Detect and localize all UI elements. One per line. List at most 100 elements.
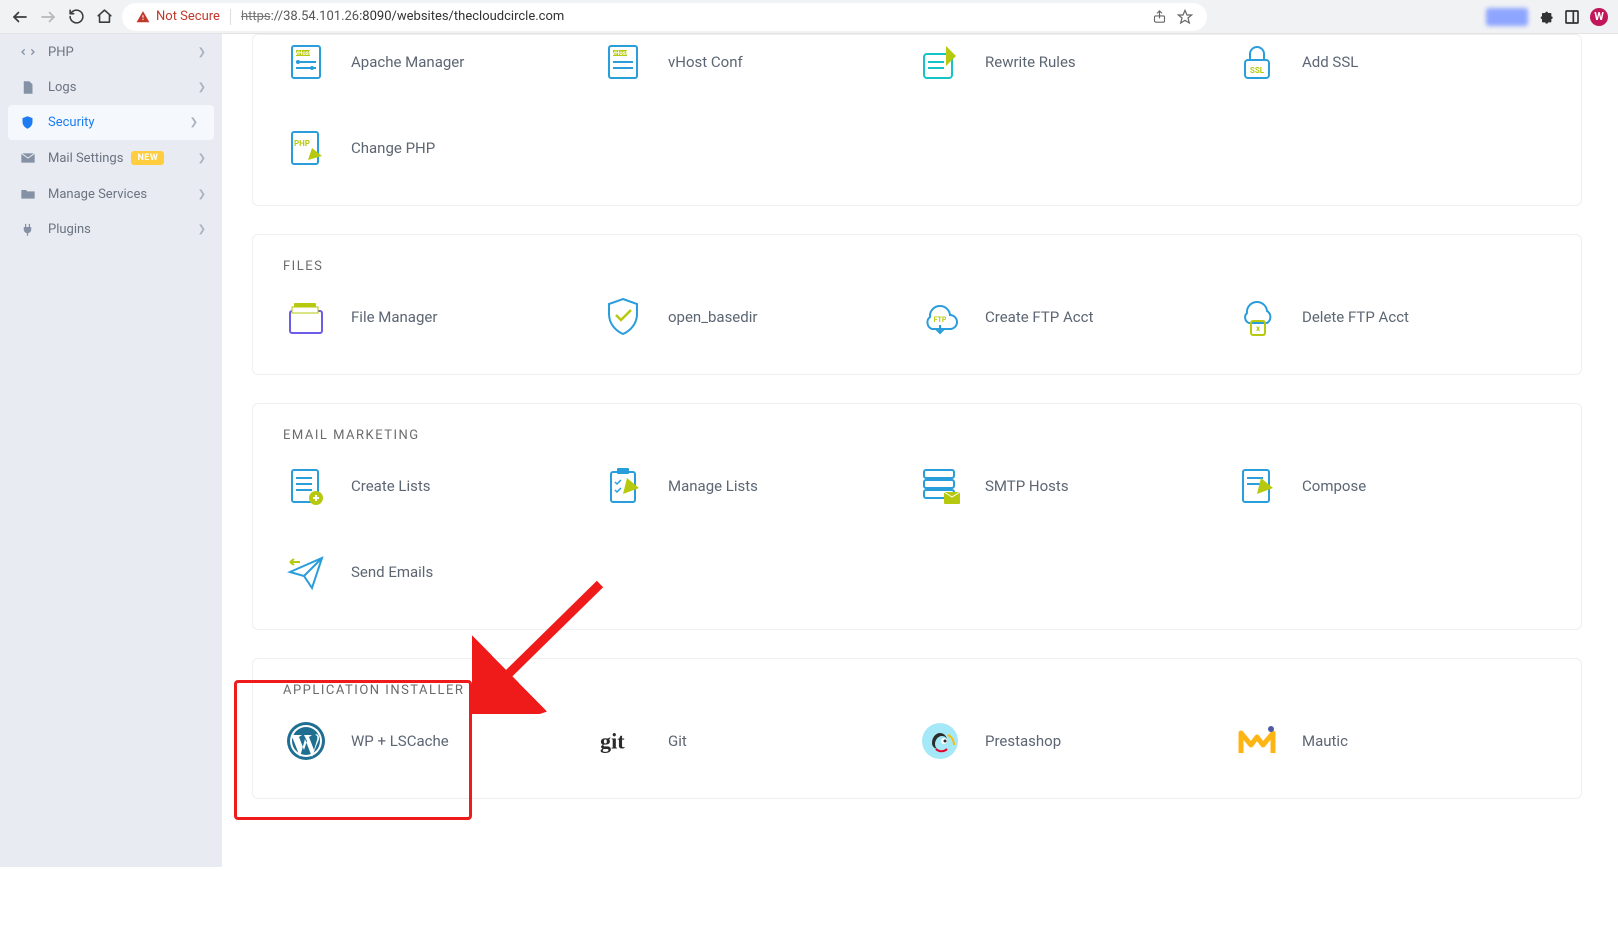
tile-git[interactable]: git Git	[600, 718, 917, 764]
sidebar-item-label: Mail Settings	[48, 151, 123, 166]
chevron-right-icon: ❯	[198, 189, 206, 200]
svg-text:vHost: vHost	[295, 50, 311, 57]
chevron-right-icon: ❯	[190, 117, 198, 128]
server-mail-icon	[917, 463, 963, 509]
sidebar: PHP ❯ Logs ❯ Security ❯ Mail Settings NE…	[0, 34, 222, 867]
paper-plane-icon	[283, 549, 329, 595]
not-secure-indicator: Not Secure	[136, 9, 220, 24]
chevron-right-icon: ❯	[198, 224, 206, 235]
tile-compose[interactable]: Compose	[1234, 463, 1551, 509]
compose-icon	[1234, 463, 1280, 509]
panel-application-installer: APPLICATION INSTALLER WP + LSCache git G…	[252, 658, 1582, 799]
reload-button[interactable]	[66, 7, 86, 27]
prestashop-icon	[917, 718, 963, 764]
tile-label: Create Lists	[351, 477, 431, 495]
panel-files: FILES File Manager open_basedir FTP Crea…	[252, 234, 1582, 375]
chevron-right-icon: ❯	[198, 82, 206, 93]
tile-delete-ftp[interactable]: x Delete FTP Acct	[1234, 294, 1551, 340]
profile-avatar[interactable]: W	[1590, 8, 1608, 26]
panel-email-marketing: EMAIL MARKETING Create Lists Manage List…	[252, 403, 1582, 630]
home-button[interactable]	[94, 7, 114, 27]
tile-label: Compose	[1302, 477, 1366, 495]
ftp-delete-icon: x	[1234, 294, 1280, 340]
apache-icon: vHost	[283, 39, 329, 85]
sidebar-item-label: Manage Services	[48, 187, 147, 202]
back-button[interactable]	[10, 7, 30, 27]
envelope-icon	[20, 150, 38, 166]
browser-toolbar: Not Secure https://38.54.101.26:8090/web…	[0, 0, 1618, 34]
ssl-lock-icon: SSL	[1234, 39, 1280, 85]
tile-label: open_basedir	[668, 308, 757, 326]
rewrite-icon	[917, 39, 963, 85]
code-icon	[20, 44, 38, 60]
clipboard-icon	[600, 463, 646, 509]
tile-label: Rewrite Rules	[985, 53, 1076, 71]
content-area: vHost Apache Manager vHost vHost Conf Re…	[222, 34, 1618, 867]
tile-mautic[interactable]: Mautic	[1234, 718, 1551, 764]
forward-button[interactable]	[38, 7, 58, 27]
tile-label: vHost Conf	[668, 53, 743, 71]
tile-create-lists[interactable]: Create Lists	[283, 463, 600, 509]
shield-check-icon	[600, 294, 646, 340]
panel-configurations: vHost Apache Manager vHost vHost Conf Re…	[252, 34, 1582, 206]
svg-text:x: x	[1256, 324, 1261, 333]
tile-label: Send Emails	[351, 563, 433, 581]
sidebar-item-security[interactable]: Security ❯	[8, 105, 214, 140]
share-icon[interactable]	[1152, 9, 1167, 24]
tile-prestashop[interactable]: Prestashop	[917, 718, 1234, 764]
wordpress-icon	[283, 718, 329, 764]
tile-send-emails[interactable]: Send Emails	[283, 549, 600, 595]
php-icon: PHP	[283, 125, 329, 171]
tile-label: Create FTP Acct	[985, 308, 1093, 326]
svg-text:FTP: FTP	[934, 316, 947, 324]
tile-label: WP + LSCache	[351, 732, 449, 750]
tile-smtp-hosts[interactable]: SMTP Hosts	[917, 463, 1234, 509]
plug-icon	[20, 222, 38, 237]
tile-file-manager[interactable]: File Manager	[283, 294, 600, 340]
tile-rewrite-rules[interactable]: Rewrite Rules	[917, 39, 1234, 85]
tile-label: Git	[668, 732, 687, 750]
shield-icon	[20, 115, 38, 130]
panel-title: EMAIL MARKETING	[283, 428, 1551, 443]
tile-change-php[interactable]: PHP Change PHP	[283, 125, 600, 171]
tile-create-ftp[interactable]: FTP Create FTP Acct	[917, 294, 1234, 340]
tile-label: Add SSL	[1302, 53, 1358, 71]
mautic-icon	[1234, 718, 1280, 764]
folder-open-icon	[20, 186, 38, 202]
file-icon	[20, 80, 38, 95]
tile-manage-lists[interactable]: Manage Lists	[600, 463, 917, 509]
chevron-right-icon: ❯	[198, 153, 206, 164]
tile-label: Manage Lists	[668, 477, 758, 495]
tile-label: Prestashop	[985, 732, 1061, 750]
extension-badge[interactable]	[1486, 8, 1528, 26]
address-bar[interactable]: Not Secure https://38.54.101.26:8090/web…	[122, 3, 1207, 31]
tile-apache-manager[interactable]: vHost Apache Manager	[283, 39, 600, 85]
sidebar-item-label: Plugins	[48, 222, 91, 237]
sidebar-item-manage-services[interactable]: Manage Services ❯	[0, 176, 222, 212]
sidebar-item-logs[interactable]: Logs ❯	[0, 70, 222, 105]
sidebar-item-plugins[interactable]: Plugins ❯	[0, 212, 222, 247]
sidebar-item-mail-settings[interactable]: Mail Settings NEW ❯	[0, 140, 222, 176]
ftp-cloud-icon: FTP	[917, 294, 963, 340]
tile-vhost-conf[interactable]: vHost vHost Conf	[600, 39, 917, 85]
puzzle-icon[interactable]	[1538, 9, 1554, 25]
tile-label: Delete FTP Acct	[1302, 308, 1409, 326]
sidepanel-icon[interactable]	[1564, 9, 1580, 25]
sidebar-item-label: Logs	[48, 80, 76, 95]
tile-add-ssl[interactable]: SSL Add SSL	[1234, 39, 1551, 85]
url-text: https://38.54.101.26:8090/websites/thecl…	[241, 9, 564, 24]
svg-text:PHP: PHP	[294, 139, 310, 148]
tile-open-basedir[interactable]: open_basedir	[600, 294, 917, 340]
tile-label: Mautic	[1302, 732, 1348, 750]
tile-label: File Manager	[351, 308, 437, 326]
star-icon[interactable]	[1177, 9, 1193, 25]
svg-text:git: git	[600, 729, 625, 754]
panel-title: FILES	[283, 259, 1551, 274]
tile-label: Apache Manager	[351, 53, 464, 71]
sidebar-item-php[interactable]: PHP ❯	[0, 34, 222, 70]
file-manager-icon	[283, 294, 329, 340]
tile-wp-lscache[interactable]: WP + LSCache	[283, 718, 600, 764]
panel-title: APPLICATION INSTALLER	[283, 683, 1551, 698]
tile-label: Change PHP	[351, 139, 435, 157]
tile-label: SMTP Hosts	[985, 477, 1069, 495]
